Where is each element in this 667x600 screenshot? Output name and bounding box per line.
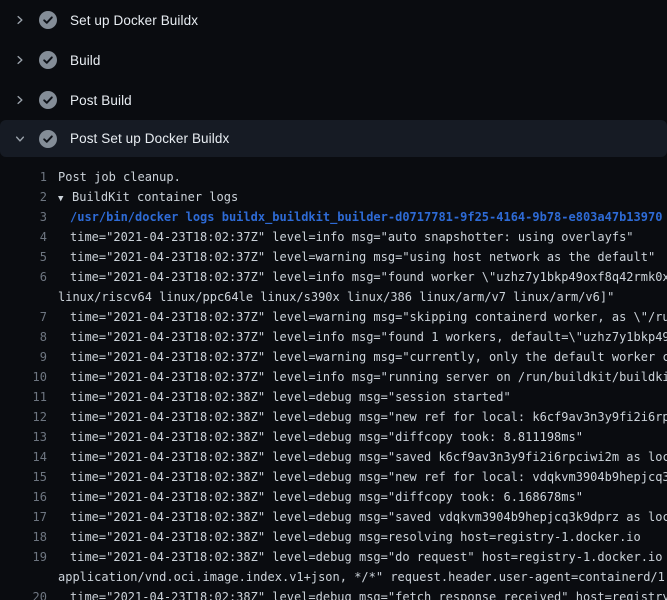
- log-line: 2▼BuildKit container logs: [0, 187, 667, 207]
- log-line-number[interactable]: 3: [0, 207, 47, 227]
- log-line-number[interactable]: 20: [0, 587, 47, 600]
- log-line-number[interactable]: 10: [0, 367, 47, 387]
- log-line-number: [0, 287, 47, 307]
- log-line-text: time="2021-04-23T18:02:38Z" level=debug …: [47, 587, 667, 600]
- log-line-number[interactable]: 11: [0, 387, 47, 407]
- log-line: 11time="2021-04-23T18:02:38Z" level=debu…: [0, 387, 667, 407]
- log-line-text: ▼BuildKit container logs: [47, 187, 238, 207]
- log-line-text: time="2021-04-23T18:02:38Z" level=debug …: [47, 507, 667, 527]
- check-circle-icon: [39, 51, 57, 69]
- log-line: 10time="2021-04-23T18:02:37Z" level=info…: [0, 367, 667, 387]
- chevron-right-icon[interactable]: [12, 12, 28, 28]
- step-header-set-up-docker-buildx[interactable]: Set up Docker Buildx: [0, 0, 667, 40]
- log-line: 12time="2021-04-23T18:02:38Z" level=debu…: [0, 407, 667, 427]
- log-line: 3/usr/bin/docker logs buildx_buildkit_bu…: [0, 207, 667, 227]
- log-line-text: time="2021-04-23T18:02:37Z" level=info m…: [47, 227, 634, 247]
- check-circle-icon: [39, 91, 57, 109]
- log-line-text: time="2021-04-23T18:02:38Z" level=debug …: [47, 467, 667, 487]
- log-line: 9time="2021-04-23T18:02:37Z" level=warni…: [0, 347, 667, 367]
- group-title[interactable]: BuildKit container logs: [72, 190, 238, 204]
- log-line-number[interactable]: 5: [0, 247, 47, 267]
- log-line: 17time="2021-04-23T18:02:38Z" level=debu…: [0, 507, 667, 527]
- log-line-number[interactable]: 17: [0, 507, 47, 527]
- log-line-text: time="2021-04-23T18:02:37Z" level=warnin…: [47, 247, 655, 267]
- step-label: Post Build: [70, 93, 132, 108]
- log-line-number[interactable]: 15: [0, 467, 47, 487]
- actions-log-panel: Set up Docker Buildx Build Post Build Post …: [0, 0, 667, 600]
- check-circle-icon: [39, 130, 57, 148]
- log-line-number[interactable]: 1: [0, 167, 47, 187]
- log-line-wrap: application/vnd.oci.image.index.v1+json,…: [0, 567, 667, 587]
- log-line-number[interactable]: 16: [0, 487, 47, 507]
- log-line-number[interactable]: 18: [0, 527, 47, 547]
- log-line-text: time="2021-04-23T18:02:38Z" level=debug …: [47, 527, 641, 547]
- step-label: Post Set up Docker Buildx: [70, 131, 229, 146]
- step-header-post-set-up-docker-buildx[interactable]: Post Set up Docker Buildx: [0, 120, 667, 157]
- log-line-number[interactable]: 7: [0, 307, 47, 327]
- log-line: 4time="2021-04-23T18:02:37Z" level=info …: [0, 227, 667, 247]
- log-line: 6time="2021-04-23T18:02:37Z" level=info …: [0, 267, 667, 287]
- log-line-text: linux/riscv64 linux/ppc64le linux/s390x …: [47, 287, 614, 307]
- log-line: 15time="2021-04-23T18:02:38Z" level=debu…: [0, 467, 667, 487]
- log-line-text: time="2021-04-23T18:02:38Z" level=debug …: [47, 447, 667, 467]
- step-label: Set up Docker Buildx: [70, 13, 198, 28]
- log-line: 8time="2021-04-23T18:02:37Z" level=info …: [0, 327, 667, 347]
- log-line-text: time="2021-04-23T18:02:37Z" level=info m…: [47, 367, 667, 387]
- chevron-down-icon[interactable]: [12, 131, 28, 147]
- log-line-text: time="2021-04-23T18:02:38Z" level=debug …: [47, 487, 583, 507]
- log-line-number[interactable]: 14: [0, 447, 47, 467]
- log-output: 1Post job cleanup.2▼BuildKit container l…: [0, 157, 667, 600]
- log-line-number[interactable]: 19: [0, 547, 47, 567]
- log-line-text: time="2021-04-23T18:02:37Z" level=info m…: [47, 327, 667, 347]
- log-line-text: time="2021-04-23T18:02:38Z" level=debug …: [47, 387, 511, 407]
- log-line-wrap: linux/riscv64 linux/ppc64le linux/s390x …: [0, 287, 667, 307]
- log-line-number: [0, 567, 47, 587]
- log-line-number[interactable]: 8: [0, 327, 47, 347]
- log-line: 19time="2021-04-23T18:02:38Z" level=debu…: [0, 547, 667, 567]
- log-line: 18time="2021-04-23T18:02:38Z" level=debu…: [0, 527, 667, 547]
- log-line-text: Post job cleanup.: [47, 167, 181, 187]
- log-command-text: /usr/bin/docker logs buildx_buildkit_bui…: [47, 207, 662, 227]
- log-line-number[interactable]: 12: [0, 407, 47, 427]
- log-line-number[interactable]: 2: [0, 187, 47, 207]
- log-line: 16time="2021-04-23T18:02:38Z" level=debu…: [0, 487, 667, 507]
- step-header-build[interactable]: Build: [0, 40, 667, 80]
- log-line: 1Post job cleanup.: [0, 167, 667, 187]
- log-line-text: time="2021-04-23T18:02:37Z" level=info m…: [47, 267, 667, 287]
- log-line-text: time="2021-04-23T18:02:38Z" level=debug …: [47, 427, 583, 447]
- log-line-text: application/vnd.oci.image.index.v1+json,…: [47, 567, 667, 587]
- step-list: Set up Docker Buildx Build Post Build Post …: [0, 0, 667, 157]
- log-line-number[interactable]: 9: [0, 347, 47, 367]
- log-line-text: time="2021-04-23T18:02:37Z" level=warnin…: [47, 307, 667, 327]
- chevron-right-icon[interactable]: [12, 52, 28, 68]
- log-line: 7time="2021-04-23T18:02:37Z" level=warni…: [0, 307, 667, 327]
- log-line: 14time="2021-04-23T18:02:38Z" level=debu…: [0, 447, 667, 467]
- chevron-right-icon[interactable]: [12, 92, 28, 108]
- check-circle-icon: [39, 11, 57, 29]
- step-label: Build: [70, 53, 101, 68]
- log-line-number[interactable]: 4: [0, 227, 47, 247]
- log-line: 5time="2021-04-23T18:02:37Z" level=warni…: [0, 247, 667, 267]
- log-line-number[interactable]: 6: [0, 267, 47, 287]
- log-line: 13time="2021-04-23T18:02:38Z" level=debu…: [0, 427, 667, 447]
- log-line-text: time="2021-04-23T18:02:37Z" level=warnin…: [47, 347, 667, 367]
- log-line: 20time="2021-04-23T18:02:38Z" level=debu…: [0, 587, 667, 600]
- collapse-triangle-icon[interactable]: ▼: [58, 189, 72, 207]
- step-header-post-build[interactable]: Post Build: [0, 80, 667, 120]
- log-line-number[interactable]: 13: [0, 427, 47, 447]
- log-line-text: time="2021-04-23T18:02:38Z" level=debug …: [47, 547, 667, 567]
- log-line-text: time="2021-04-23T18:02:38Z" level=debug …: [47, 407, 667, 427]
